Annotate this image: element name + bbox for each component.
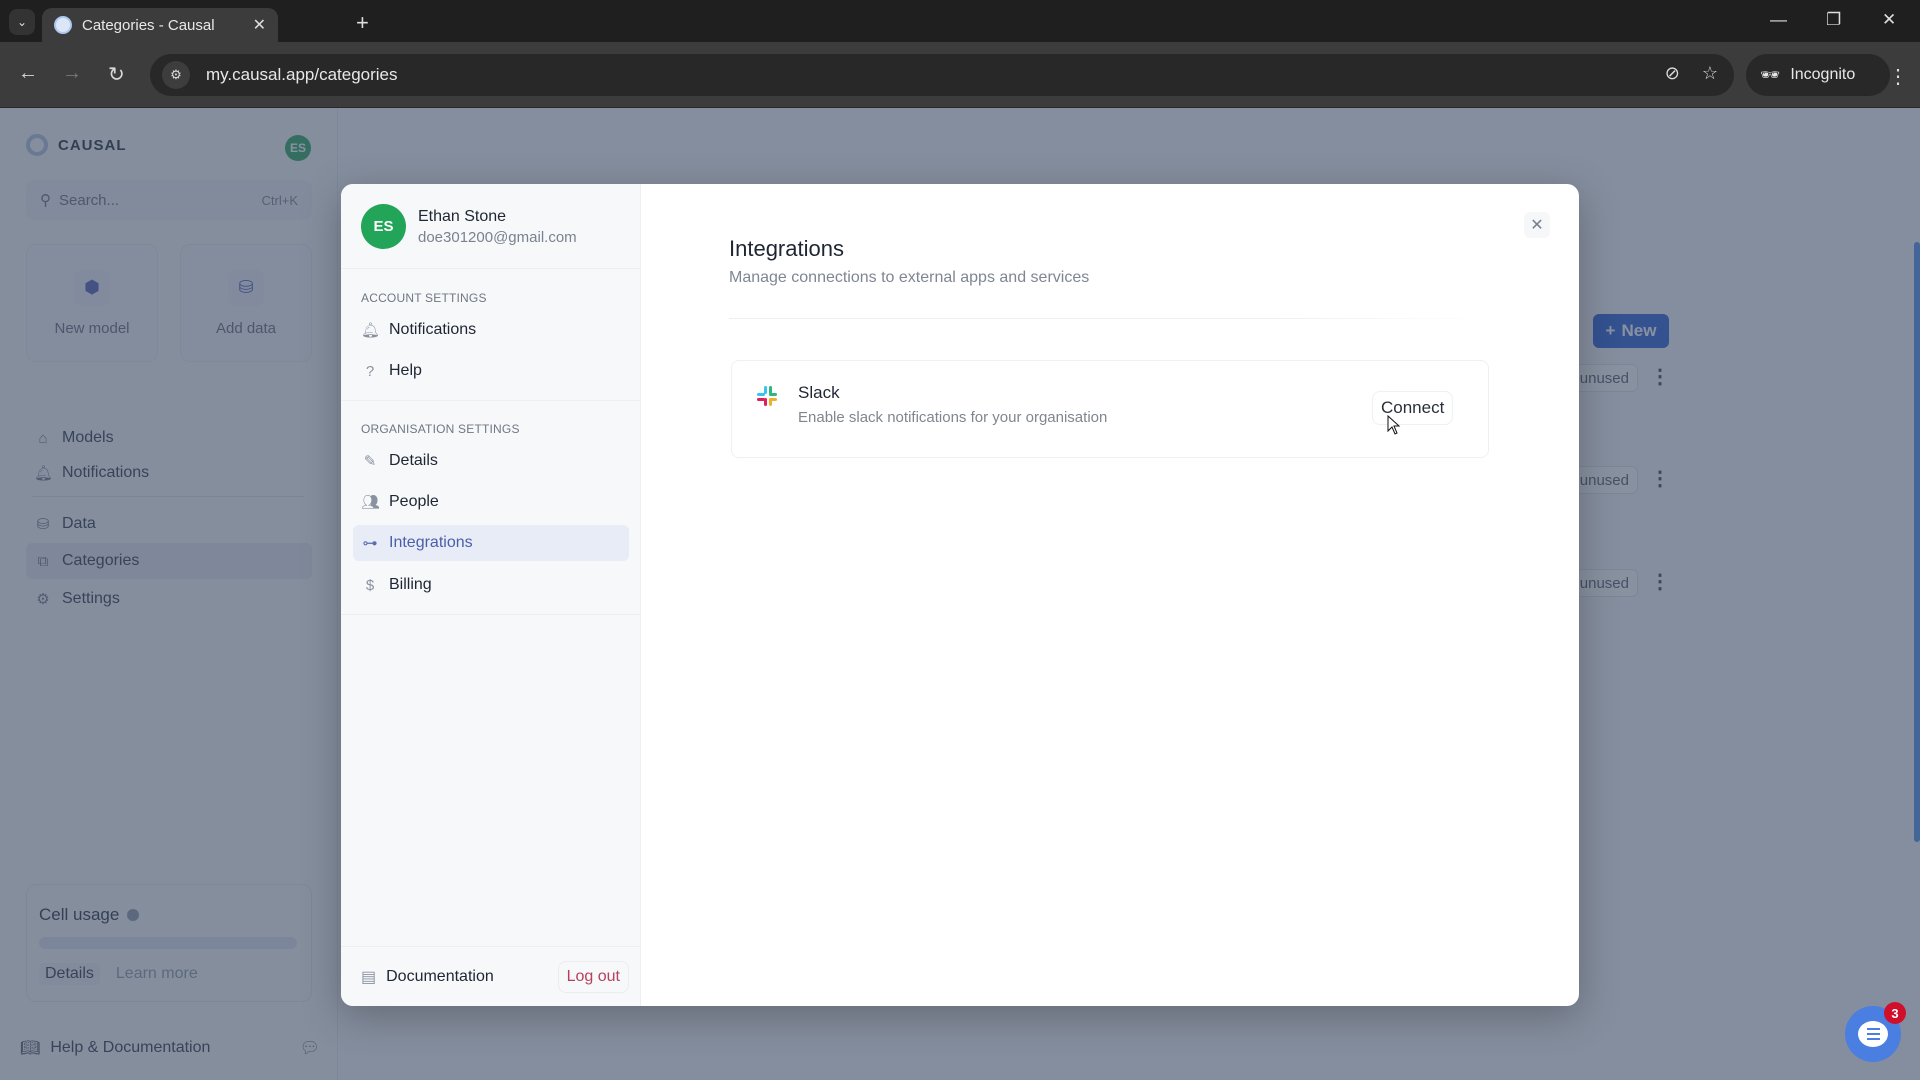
user-profile: ES Ethan Stone doe301200@gmail.com	[361, 204, 577, 249]
close-icon[interactable]: ✕	[1524, 212, 1550, 238]
tab-title: Categories - Causal	[82, 16, 215, 34]
close-window-icon[interactable]: ✕	[1882, 10, 1896, 30]
book-icon: ▤	[361, 968, 377, 986]
account-settings-heading: ACCOUNT SETTINGS	[361, 291, 487, 305]
settings-item-help[interactable]: ? Help	[353, 353, 629, 389]
browser-menu-icon[interactable]: ⋮	[1888, 64, 1908, 89]
url-text[interactable]: my.causal.app/categories	[206, 65, 398, 85]
close-tab-icon[interactable]: ✕	[253, 15, 266, 35]
help-icon: ?	[365, 362, 375, 380]
settings-item-billing[interactable]: $ Billing	[353, 567, 629, 603]
settings-sidebar: ES Ethan Stone doe301200@gmail.com ACCOU…	[341, 184, 641, 1006]
documentation-label: Documentation	[386, 967, 494, 985]
integration-name: Slack	[798, 383, 840, 402]
people-icon: 👥︎	[361, 494, 381, 511]
forward-icon[interactable]: →	[62, 62, 82, 85]
settings-modal: ES Ethan Stone doe301200@gmail.com ACCOU…	[341, 184, 1579, 1006]
star-icon[interactable]: ☆	[1702, 63, 1718, 84]
divider	[341, 268, 641, 269]
page-subtitle: Manage connections to external apps and …	[729, 269, 1090, 286]
browser-tab[interactable]: Categories - Causal ✕	[42, 8, 278, 42]
divider	[341, 400, 641, 401]
settings-item-label: Details	[389, 452, 438, 469]
divider	[341, 614, 641, 615]
settings-item-details[interactable]: ✎ Details	[353, 443, 629, 479]
integrations-icon: ⊶	[362, 535, 378, 552]
settings-item-label: Notifications	[389, 321, 477, 338]
settings-item-notifications[interactable]: 🔔︎ Notifications	[353, 312, 629, 348]
settings-item-label: Integrations	[389, 534, 473, 551]
reload-icon[interactable]: ↻	[108, 62, 125, 87]
settings-item-label: People	[389, 493, 439, 510]
incognito-icon: 🕶	[1760, 67, 1781, 84]
restore-icon[interactable]: ❐	[1826, 10, 1841, 30]
site-info-icon[interactable]: ⚙	[162, 61, 190, 89]
documentation-link[interactable]: ▤ Documentation	[361, 967, 494, 987]
logout-button[interactable]: Log out	[557, 960, 629, 993]
settings-item-label: Help	[389, 362, 422, 379]
settings-item-label: Billing	[389, 576, 432, 593]
browser-toolbar: ← → ↻ ⚙ my.causal.app/categories ⊘ ☆ 🕶 I…	[0, 42, 1920, 108]
tab-search-button[interactable]: ⌄	[9, 9, 35, 35]
chat-icon	[1858, 1021, 1888, 1047]
integration-description: Enable slack notifications for your orga…	[798, 409, 1108, 426]
back-icon[interactable]: ←	[18, 62, 38, 85]
mouse-cursor-icon	[1387, 415, 1401, 435]
browser-tab-bar: ⌄ Categories - Causal ✕ + — ❐ ✕	[0, 0, 1920, 42]
incognito-label: Incognito	[1790, 66, 1856, 83]
slack-logo-icon	[757, 386, 777, 406]
integration-card-slack: Slack Enable slack notifications for you…	[731, 360, 1489, 458]
settings-item-integrations[interactable]: ⊶ Integrations	[353, 525, 629, 561]
new-tab-button[interactable]: +	[356, 10, 369, 36]
page-title: Integrations	[729, 236, 844, 261]
divider	[729, 318, 1489, 319]
settings-item-people[interactable]: 👥︎ People	[353, 484, 629, 520]
minimize-icon[interactable]: —	[1770, 10, 1787, 30]
eye-off-icon[interactable]: ⊘	[1665, 63, 1680, 84]
user-email: doe301200@gmail.com	[418, 228, 577, 246]
pencil-icon: ✎	[363, 453, 377, 470]
organisation-settings-heading: ORGANISATION SETTINGS	[361, 422, 520, 436]
incognito-badge[interactable]: 🕶 Incognito	[1746, 54, 1890, 96]
settings-footer: ▤ Documentation Log out	[341, 946, 641, 1006]
chat-badge: 3	[1884, 1002, 1906, 1024]
bell-icon: 🔔︎	[361, 322, 381, 339]
favicon-icon	[54, 16, 72, 34]
user-name: Ethan Stone	[418, 207, 507, 225]
avatar: ES	[361, 204, 406, 249]
address-bar[interactable]: ⚙ my.causal.app/categories ⊘ ☆	[150, 54, 1734, 96]
dollar-icon: $	[365, 576, 375, 594]
connect-button[interactable]: Connect	[1372, 391, 1454, 425]
chevron-down-icon: ⌄	[16, 15, 28, 29]
